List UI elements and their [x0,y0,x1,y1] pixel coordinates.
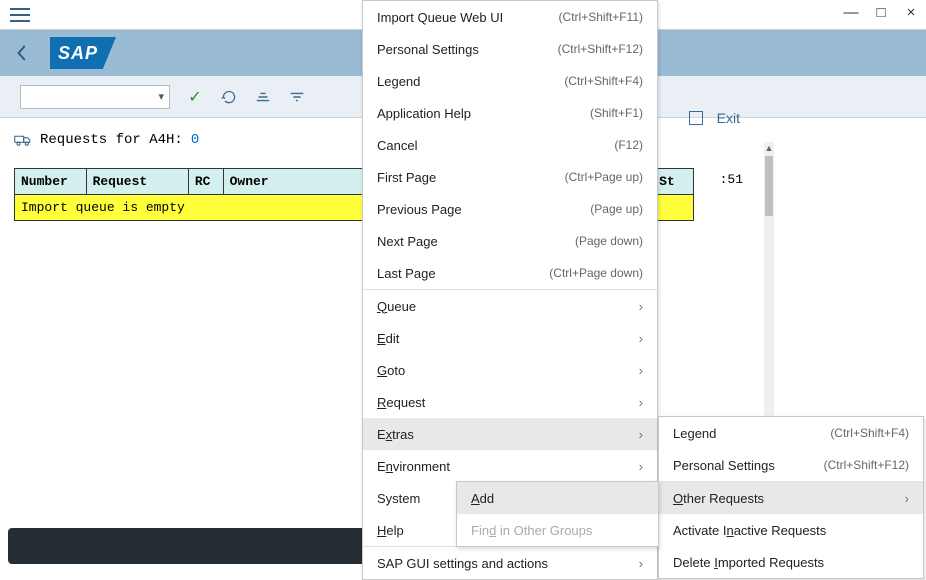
menu-personal-settings[interactable]: Personal Settings (Ctrl+Shift+F12) [363,33,657,65]
menu-queue[interactable]: Queue› [363,290,657,322]
menu-cancel[interactable]: Cancel (F12) [363,129,657,161]
date-fragment: :51 [720,172,743,187]
truck-icon [14,133,32,147]
col-request[interactable]: Request [86,169,188,195]
sap-logo: SAP [50,37,116,69]
col-rc[interactable]: RC [188,169,223,195]
menu-environment[interactable]: Environment› [363,450,657,482]
menu-first-page[interactable]: First Page (Ctrl+Page up) [363,161,657,193]
hamburger-icon[interactable] [10,8,30,22]
menu-last-page[interactable]: Last Page (Ctrl+Page down) [363,257,657,289]
extras-activate-inactive[interactable]: Activate Inactive Requests [659,514,923,546]
menu-goto[interactable]: Goto› [363,354,657,386]
menu-extras[interactable]: Extras› [363,418,657,450]
sort-up-icon[interactable] [254,88,272,106]
chevron-down-icon: ▾ [158,90,164,103]
scroll-thumb[interactable] [765,156,773,216]
menu-edit[interactable]: Edit› [363,322,657,354]
other-add[interactable]: Add [457,482,658,514]
col-st[interactable]: St [653,169,694,195]
menu-request[interactable]: Request› [363,386,657,418]
back-button[interactable] [10,42,32,64]
menu-application-help[interactable]: Application Help (Shift+F1) [363,97,657,129]
extras-personal-settings[interactable]: Personal Settings (Ctrl+Shift+F12) [659,449,923,481]
col-number[interactable]: Number [15,169,87,195]
scroll-up-icon[interactable]: ▲ [765,142,774,154]
submenu-extras: Legend (Ctrl+Shift+F4) Personal Settings… [658,416,924,579]
accept-icon[interactable]: ✓ [186,88,204,106]
other-find-in-groups: Find in Other Groups [457,514,658,546]
requests-label: Requests for A4H: [40,132,183,148]
filter-icon[interactable] [288,88,306,106]
extras-delete-imported[interactable]: Delete Imported Requests [659,546,923,578]
menu-next-page[interactable]: Next Page (Page down) [363,225,657,257]
menu-sap-gui-settings[interactable]: SAP GUI settings and actions› [363,547,657,579]
requests-count: 0 [191,132,199,148]
command-field[interactable]: ▾ [20,85,170,109]
extras-other-requests[interactable]: Other Requests› [659,482,923,514]
menu-import-queue-webui[interactable]: Import Queue Web UI (Ctrl+Shift+F11) [363,1,657,33]
refresh-icon[interactable] [220,88,238,106]
extras-legend[interactable]: Legend (Ctrl+Shift+F4) [659,417,923,449]
menu-legend[interactable]: Legend (Ctrl+Shift+F4) [363,65,657,97]
menu-previous-page[interactable]: Previous Page (Page up) [363,193,657,225]
submenu-other-requests: Add Find in Other Groups [456,481,659,547]
